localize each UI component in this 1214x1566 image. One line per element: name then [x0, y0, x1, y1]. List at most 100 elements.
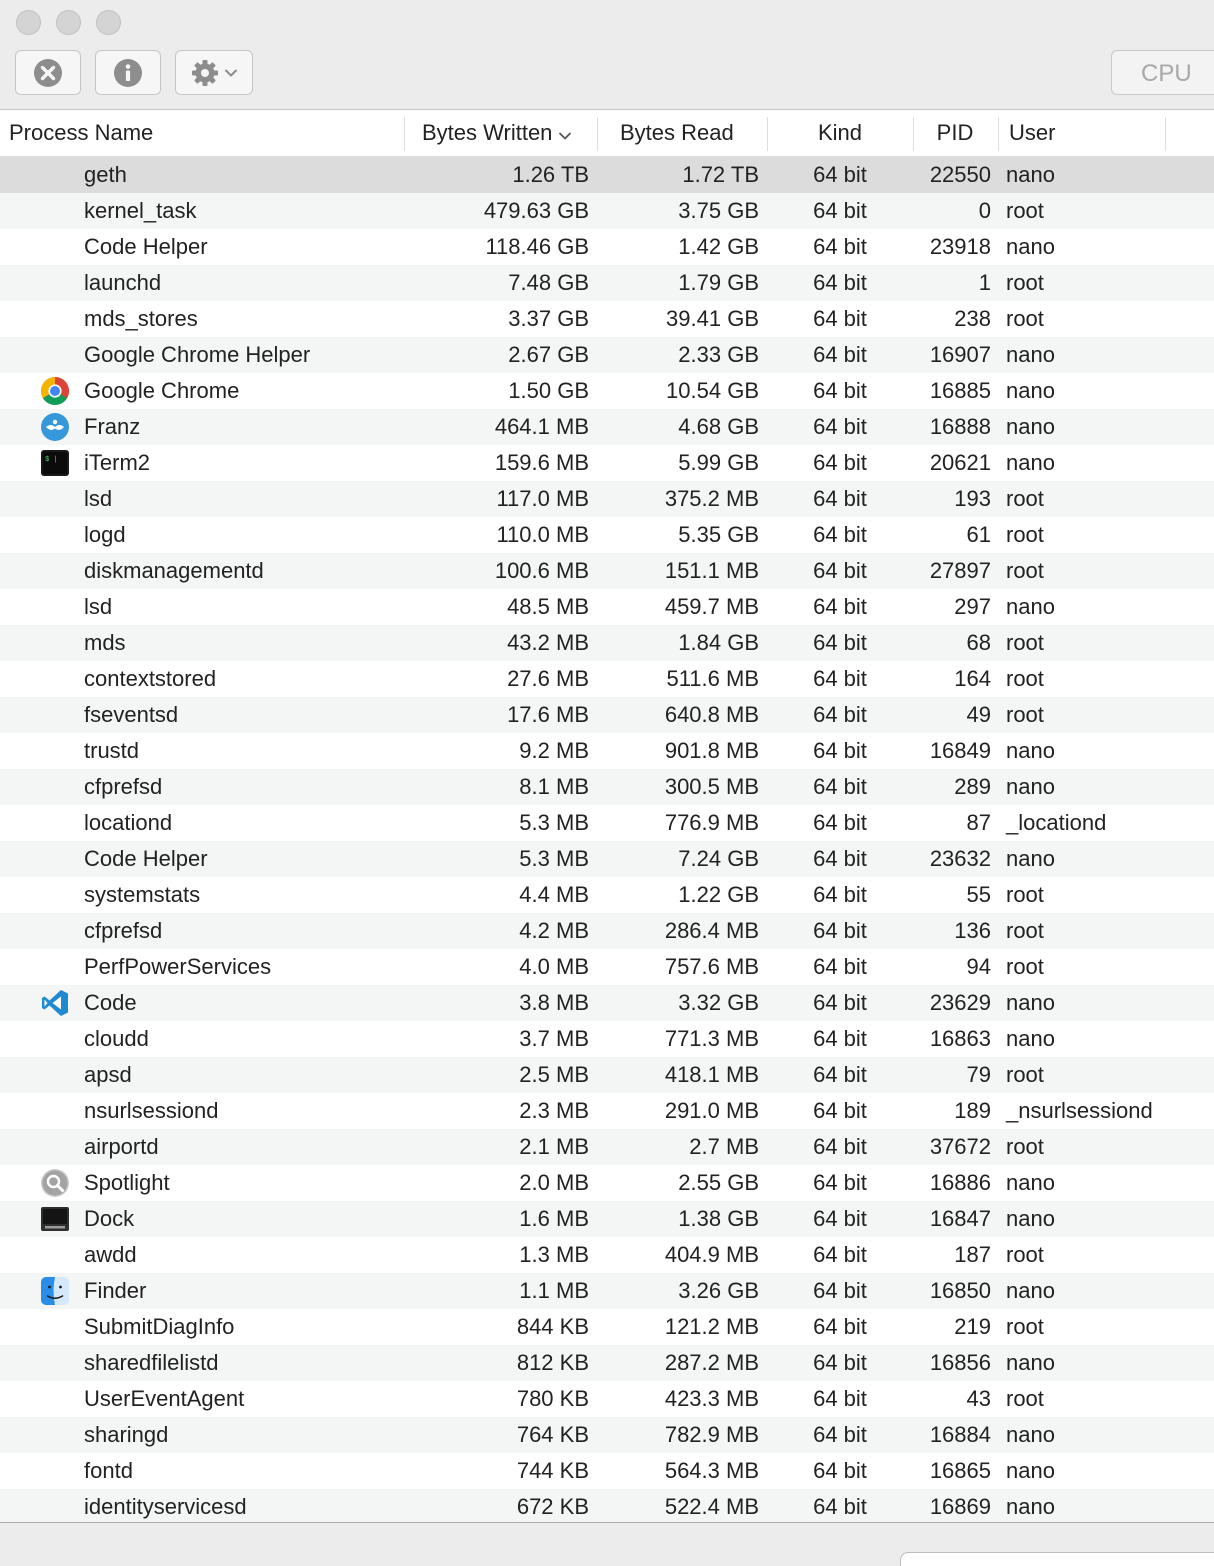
bytes-read-cell: 300.5 MB: [664, 774, 759, 799]
bytes-written-cell: 4.4 MB: [519, 882, 589, 907]
table-row[interactable]: sharedfilelistd 812 KB 287.2 MB 64 bit 16856…: [0, 1345, 1214, 1381]
table-row[interactable]: cloudd 3.7 MB 771.3 MB 64 bit 16863 nano: [0, 1021, 1214, 1057]
kind-cell: 64 bit: [813, 1242, 867, 1267]
table-row[interactable]: sharingd 764 KB 782.9 MB 64 bit 16884 nano: [0, 1417, 1214, 1453]
summary-panel: [900, 1552, 1214, 1566]
table-row[interactable]: diskmanagementd 100.6 MB 151.1 MB 64 bit 278…: [0, 553, 1214, 589]
column-divider: [597, 117, 598, 151]
bytes-written-cell: 4.0 MB: [519, 954, 589, 979]
bytes-read-cell: 1.79 GB: [678, 270, 759, 295]
pid-cell: 187: [954, 1242, 991, 1267]
table-row[interactable]: lsd 117.0 MB 375.2 MB 64 bit 193 root: [0, 481, 1214, 517]
action-menu-button[interactable]: [175, 50, 253, 95]
inspect-process-button[interactable]: [95, 50, 161, 95]
table-row[interactable]: identityservicesd 672 KB 522.4 MB 64 bit 168…: [0, 1489, 1214, 1522]
pid-cell: 55: [966, 882, 991, 907]
kind-cell: 64 bit: [813, 1170, 867, 1195]
table-row[interactable]: Code Helper 5.3 MB 7.24 GB 64 bit 23632 nano: [0, 841, 1214, 877]
table-row[interactable]: $ | iTerm2 159.6 MB 5.99 GB 64 bit 20621 nano: [0, 445, 1214, 481]
table-row[interactable]: geth 1.26 TB 1.72 TB 64 bit 22550 nano: [0, 157, 1214, 193]
user-cell: nano: [1006, 1350, 1055, 1375]
bytes-written-cell: 7.48 GB: [508, 270, 589, 295]
kind-cell: 64 bit: [813, 1098, 867, 1123]
table-row[interactable]: trustd 9.2 MB 901.8 MB 64 bit 16849 nano: [0, 733, 1214, 769]
table-row[interactable]: UserEventAgent 780 KB 423.3 MB 64 bit 43 root: [0, 1381, 1214, 1417]
stop-process-button[interactable]: [15, 50, 81, 95]
table-row[interactable]: Google Chrome 1.50 GB 10.54 GB 64 bit 16885 n…: [0, 373, 1214, 409]
tab-cpu[interactable]: CPU: [1111, 50, 1214, 95]
kind-cell: 64 bit: [813, 1134, 867, 1159]
process-name-cell: launchd: [84, 270, 162, 295]
bytes-read-cell: 901.8 MB: [664, 738, 759, 763]
bytes-written-cell: 1.3 MB: [519, 1242, 589, 1267]
table-row[interactable]: Google Chrome Helper 2.67 GB 2.33 GB 64 bit…: [0, 337, 1214, 373]
table-row[interactable]: fseventsd 17.6 MB 640.8 MB 64 bit 49 root: [0, 697, 1214, 733]
column-header-kind[interactable]: Kind: [780, 111, 900, 157]
table-row[interactable]: Spotlight 2.0 MB 2.55 GB 64 bit 16886 nano: [0, 1165, 1214, 1201]
kind-cell: 64 bit: [813, 1350, 867, 1375]
bytes-read-cell: 5.35 GB: [678, 522, 759, 547]
table-row[interactable]: SubmitDiagInfo 844 KB 121.2 MB 64 bit 219 roo…: [0, 1309, 1214, 1345]
table-row[interactable]: contextstored 27.6 MB 511.6 MB 64 bit 164 roo…: [0, 661, 1214, 697]
table-row[interactable]: Code Helper 118.46 GB 1.42 GB 64 bit 23918 na…: [0, 229, 1214, 265]
process-name-cell: Code Helper: [84, 846, 208, 871]
table-row[interactable]: Code 3.8 MB 3.32 GB 64 bit 23629 nano: [0, 985, 1214, 1021]
table-row[interactable]: kernel_task 479.63 GB 3.75 GB 64 bit 0 root: [0, 193, 1214, 229]
bytes-read-cell: 121.2 MB: [664, 1314, 759, 1339]
table-row[interactable]: systemstats 4.4 MB 1.22 GB 64 bit 55 root: [0, 877, 1214, 913]
kind-cell: 64 bit: [813, 738, 867, 763]
table-row[interactable]: Franz 464.1 MB 4.68 GB 64 bit 16888 nano: [0, 409, 1214, 445]
process-name-cell: locationd: [84, 810, 173, 835]
column-header-pid[interactable]: PID: [913, 111, 997, 157]
column-header-bytes-read[interactable]: Bytes Read: [620, 111, 734, 157]
close-window-button[interactable]: [16, 10, 41, 35]
finder-icon: [40, 1276, 70, 1306]
table-row[interactable]: mds_stores 3.37 GB 39.41 GB 64 bit 238 root: [0, 301, 1214, 337]
process-name-cell: UserEventAgent: [84, 1386, 245, 1411]
column-header-user[interactable]: User: [1009, 111, 1055, 157]
gear-icon: [190, 58, 220, 88]
pid-cell: 37672: [929, 1134, 991, 1159]
minimize-window-button[interactable]: [56, 10, 81, 35]
table-row[interactable]: cfprefsd 8.1 MB 300.5 MB 64 bit 289 nano: [0, 769, 1214, 805]
kind-cell: 64 bit: [813, 1278, 867, 1303]
column-header-bytes-written[interactable]: Bytes Written: [422, 111, 572, 157]
kind-cell: 64 bit: [813, 306, 867, 331]
zoom-window-button[interactable]: [96, 10, 121, 35]
table-row[interactable]: nsurlsessiond 2.3 MB 291.0 MB 64 bit 189 _nsu…: [0, 1093, 1214, 1129]
table-row[interactable]: apsd 2.5 MB 418.1 MB 64 bit 79 root: [0, 1057, 1214, 1093]
process-name-cell: sharingd: [84, 1422, 169, 1447]
pid-cell: 94: [966, 954, 991, 979]
bytes-written-cell: 9.2 MB: [519, 738, 589, 763]
pid-cell: 43: [966, 1386, 991, 1411]
table-row[interactable]: locationd 5.3 MB 776.9 MB 64 bit 87 _location…: [0, 805, 1214, 841]
table-row[interactable]: Finder 1.1 MB 3.26 GB 64 bit 16850 nano: [0, 1273, 1214, 1309]
bytes-read-cell: 7.24 GB: [678, 846, 759, 871]
process-name-cell: PerfPowerServices: [84, 954, 272, 979]
user-cell: root: [1006, 666, 1044, 691]
table-row[interactable]: cfprefsd 4.2 MB 286.4 MB 64 bit 136 root: [0, 913, 1214, 949]
table-row[interactable]: logd 110.0 MB 5.35 GB 64 bit 61 root: [0, 517, 1214, 553]
pid-cell: 16849: [929, 738, 991, 763]
table-row[interactable]: lsd 48.5 MB 459.7 MB 64 bit 297 nano: [0, 589, 1214, 625]
column-header-process-name[interactable]: Process Name: [9, 111, 153, 157]
table-row[interactable]: fontd 744 KB 564.3 MB 64 bit 16865 nano: [0, 1453, 1214, 1489]
bytes-read-cell: 286.4 MB: [664, 918, 759, 943]
bytes-written-cell: 1.6 MB: [519, 1206, 589, 1231]
kind-cell: 64 bit: [813, 774, 867, 799]
table-row[interactable]: Dock 1.6 MB 1.38 GB 64 bit 16847 nano: [0, 1201, 1214, 1237]
table-row[interactable]: launchd 7.48 GB 1.79 GB 64 bit 1 root: [0, 265, 1214, 301]
pid-cell: 68: [966, 630, 991, 655]
table-row[interactable]: PerfPowerServices 4.0 MB 757.6 MB 64 bit 94 r…: [0, 949, 1214, 985]
dock-icon: [40, 1204, 70, 1234]
process-name-cell: Franz: [84, 414, 141, 439]
pid-cell: 22550: [929, 162, 991, 187]
table-row[interactable]: awdd 1.3 MB 404.9 MB 64 bit 187 root: [0, 1237, 1214, 1273]
bytes-read-cell: 423.3 MB: [664, 1386, 759, 1411]
kind-cell: 64 bit: [813, 882, 867, 907]
spotlight-icon: [40, 1168, 70, 1198]
kind-cell: 64 bit: [813, 702, 867, 727]
bytes-written-cell: 110.0 MB: [496, 522, 589, 547]
table-row[interactable]: airportd 2.1 MB 2.7 MB 64 bit 37672 root: [0, 1129, 1214, 1165]
table-row[interactable]: mds 43.2 MB 1.84 GB 64 bit 68 root: [0, 625, 1214, 661]
